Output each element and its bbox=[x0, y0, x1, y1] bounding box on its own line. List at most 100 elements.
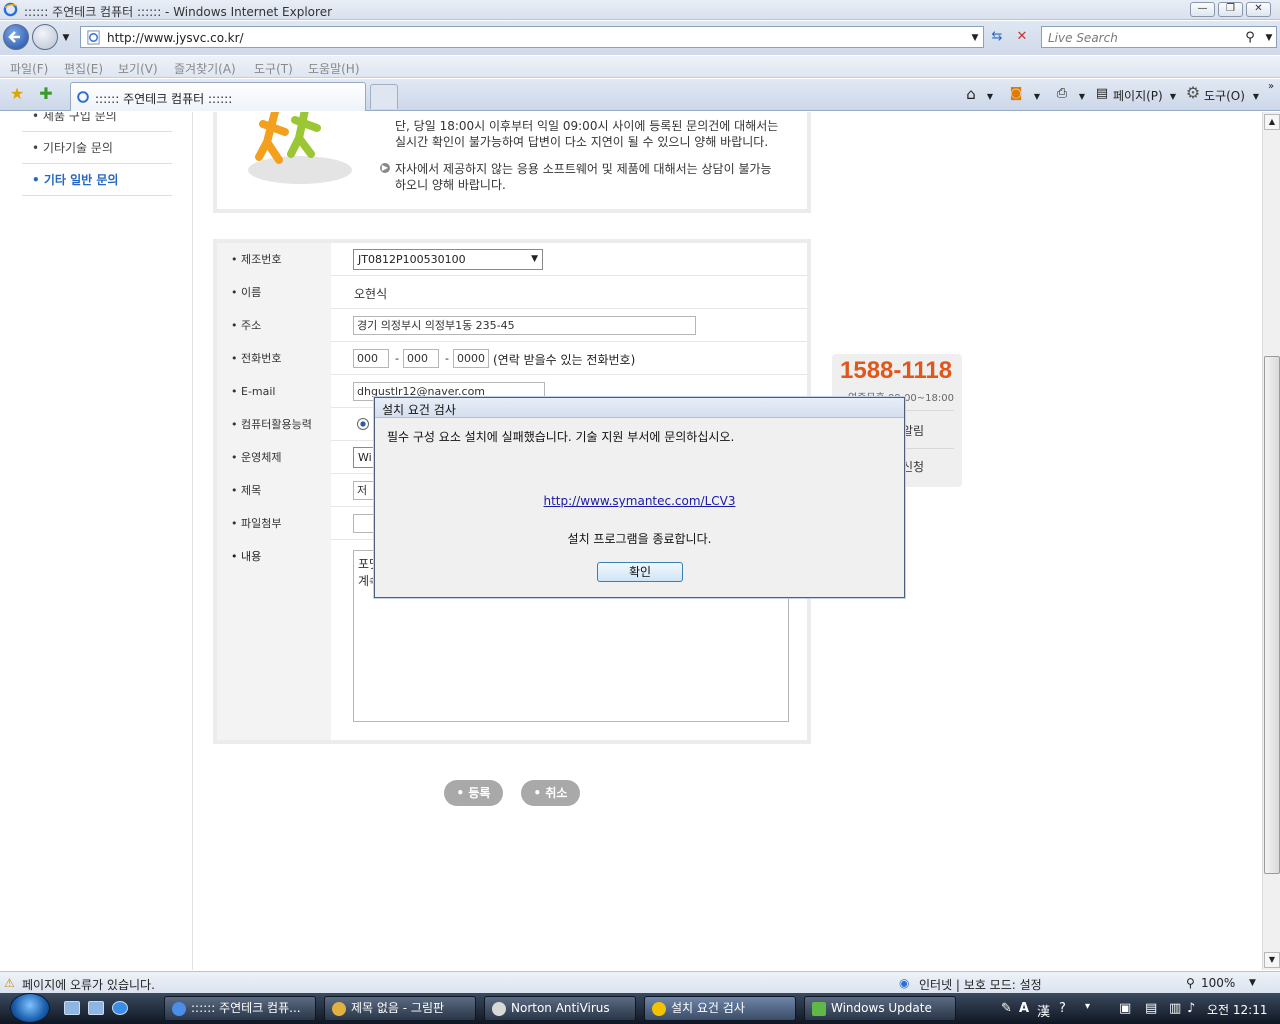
network-icon[interactable]: ▣ bbox=[1119, 1001, 1131, 1016]
notice-line-2: 실시간 확인이 불가능하여 답변이 다소 지연이 될 수 있으니 양해 바랍니다… bbox=[395, 135, 769, 149]
favorites-star-icon[interactable]: ★ bbox=[8, 86, 26, 102]
window-titlebar: :::::: 주연테크 컴퓨터 :::::: - Windows Interne… bbox=[0, 0, 1280, 20]
add-favorite-icon[interactable]: ✚ bbox=[37, 86, 55, 102]
show-desktop-icon[interactable] bbox=[64, 1001, 80, 1015]
task-paint[interactable]: 제목 없음 - 그림판 bbox=[324, 996, 476, 1021]
tray-pen-icon[interactable]: ✎ bbox=[1001, 1001, 1012, 1016]
tab-title: :::::: 주연테크 컴퓨터 :::::: bbox=[95, 92, 233, 106]
new-tab-button[interactable] bbox=[370, 84, 398, 109]
serial-select[interactable]: JT0812P100530100 ▼ bbox=[353, 249, 543, 270]
ie-quicklaunch-icon[interactable] bbox=[112, 1001, 128, 1015]
status-bar: ⚠ 페이지에 오류가 있습니다. ◉ 인터넷 | 보호 모드: 설정 ⚲ 100… bbox=[0, 971, 1280, 993]
warning-icon[interactable]: ⚠ bbox=[4, 976, 15, 990]
phone-input-3[interactable]: 0000 bbox=[453, 349, 489, 368]
menu-tools[interactable]: 도구(T) bbox=[254, 60, 293, 77]
menu-edit[interactable]: 편집(E) bbox=[64, 60, 103, 77]
home-dropdown-icon[interactable]: ▼ bbox=[985, 89, 995, 105]
cancel-button[interactable]: • 취소 bbox=[521, 780, 580, 806]
task-windows-update[interactable]: Windows Update bbox=[804, 996, 956, 1021]
address-dropdown-icon[interactable]: ▼ bbox=[969, 30, 981, 46]
dialog-end-message: 설치 프로그램을 종료합니다. bbox=[567, 532, 712, 546]
tray-chevron-icon[interactable]: ▾ bbox=[1085, 1001, 1090, 1012]
zoom-dropdown-icon[interactable]: ▼ bbox=[1249, 978, 1256, 988]
search-dropdown-icon[interactable]: ▼ bbox=[1264, 30, 1274, 46]
print-dropdown-icon[interactable]: ▼ bbox=[1077, 89, 1087, 105]
ime-hanja-icon[interactable]: 漢 bbox=[1037, 1001, 1050, 1020]
page-dropdown-icon[interactable]: ▼ bbox=[1168, 89, 1178, 105]
norton-setup-icon bbox=[652, 1002, 666, 1016]
vertical-scrollbar[interactable]: ▲ ▼ bbox=[1262, 112, 1280, 970]
ie-tab-icon bbox=[77, 91, 89, 103]
gear-icon: ⚙ bbox=[1185, 83, 1201, 102]
phone-input-1[interactable]: 000 bbox=[353, 349, 389, 368]
start-button[interactable] bbox=[10, 993, 50, 1023]
ie-logo-icon bbox=[3, 2, 18, 17]
volume-icon[interactable]: ♪ bbox=[1187, 1001, 1195, 1016]
notice-line-1: 단, 당일 18:00시 이후부터 익일 09:00시 사이에 등록된 문의건에… bbox=[395, 119, 779, 133]
chevron-down-icon: ▼ bbox=[531, 254, 538, 264]
menu-file[interactable]: 파일(F) bbox=[10, 60, 48, 77]
task-browser[interactable]: :::::: 주연테크 컴퓨... bbox=[164, 996, 316, 1021]
skill-radio[interactable] bbox=[357, 418, 369, 430]
menu-bar: 파일(F) 편집(E) 보기(V) 즐겨찾기(A) 도구(T) 도움말(H) bbox=[0, 56, 1280, 78]
nav-item-tech[interactable]: • 기타기술 문의 bbox=[22, 132, 172, 164]
menu-help[interactable]: 도움말(H) bbox=[308, 60, 360, 77]
home-icon[interactable]: ⌂ bbox=[962, 86, 980, 102]
dialog-titlebar: 설치 요건 검사 bbox=[375, 398, 904, 418]
zoom-level[interactable]: 100% bbox=[1201, 976, 1235, 990]
refresh-icon[interactable]: ⇆ bbox=[988, 29, 1006, 45]
callbox-menu-apply[interactable]: 신청 bbox=[902, 458, 924, 475]
address-input[interactable]: 경기 의정부시 의정부1동 235-45 bbox=[353, 316, 696, 335]
dialog-message: 필수 구성 요소 설치에 실패했습니다. 기술 지원 부서에 문의하십시오. bbox=[387, 430, 735, 444]
url-text: http://www.jysvc.co.kr/ bbox=[107, 31, 244, 45]
chevron-more-icon[interactable]: » bbox=[1264, 79, 1278, 95]
nav-item-general[interactable]: • 기타 일반 문의 bbox=[22, 164, 172, 196]
page-menu[interactable]: 페이지(P) bbox=[1113, 87, 1163, 104]
clock[interactable]: 오전 12:11 bbox=[1207, 1001, 1267, 1018]
row-phone: • 전화번호 000 - 000 - 0000 (연락 받을수 있는 전화번호) bbox=[217, 342, 807, 375]
scroll-down-button[interactable]: ▼ bbox=[1264, 952, 1280, 968]
menu-view[interactable]: 보기(V) bbox=[118, 60, 158, 77]
forward-button[interactable] bbox=[32, 24, 58, 50]
feeds-icon[interactable]: ◙ bbox=[1007, 86, 1025, 102]
zone-status-text[interactable]: 인터넷 | 보호 모드: 설정 bbox=[919, 976, 1042, 993]
feeds-dropdown-icon[interactable]: ▼ bbox=[1032, 89, 1042, 105]
page-icon bbox=[87, 30, 100, 45]
scroll-thumb[interactable] bbox=[1264, 356, 1280, 874]
tab-active[interactable]: :::::: 주연테크 컴퓨터 :::::: bbox=[70, 82, 366, 111]
phone-input-2[interactable]: 000 bbox=[403, 349, 439, 368]
tools-menu[interactable]: 도구(O) bbox=[1204, 87, 1245, 104]
back-button[interactable] bbox=[3, 24, 29, 50]
tab-bar: ★ ✚ :::::: 주연테크 컴퓨터 :::::: ⌂ ▼ ◙ ▼ ⎙ ▼ ▤… bbox=[0, 79, 1280, 111]
security-icon[interactable]: ▤ bbox=[1145, 1001, 1157, 1016]
scroll-up-button[interactable]: ▲ bbox=[1264, 114, 1280, 130]
submit-button[interactable]: • 등록 bbox=[444, 780, 503, 806]
history-dropdown-icon[interactable]: ▼ bbox=[60, 30, 72, 46]
norton-icon bbox=[492, 1002, 506, 1016]
symantec-link[interactable]: http://www.symantec.com/LCV3 bbox=[375, 494, 904, 508]
search-input[interactable]: Live Search ⚲ ▼ bbox=[1041, 26, 1277, 48]
search-icon[interactable]: ⚲ bbox=[1242, 30, 1258, 46]
nav-item-purchase[interactable]: • 제품 구입 문의 bbox=[22, 112, 172, 132]
stop-icon[interactable]: ✕ bbox=[1013, 29, 1031, 45]
phone-separator: - bbox=[395, 352, 399, 365]
ok-button[interactable]: 확인 bbox=[597, 562, 683, 582]
task-norton[interactable]: Norton AntiVirus bbox=[484, 996, 636, 1021]
windows-update-icon bbox=[812, 1002, 826, 1016]
menu-favorites[interactable]: 즐겨찾기(A) bbox=[174, 60, 236, 77]
paint-icon bbox=[332, 1002, 346, 1016]
address-field[interactable]: http://www.jysvc.co.kr/ ▼ bbox=[80, 26, 984, 48]
print-icon[interactable]: ⎙ bbox=[1053, 86, 1071, 102]
ime-a-icon[interactable]: A bbox=[1019, 1001, 1029, 1016]
tools-dropdown-icon[interactable]: ▼ bbox=[1251, 89, 1261, 105]
globe-icon: ◉ bbox=[899, 976, 910, 990]
monitor-icon[interactable]: ▥ bbox=[1169, 1001, 1181, 1016]
switch-windows-icon[interactable] bbox=[88, 1001, 104, 1015]
minimize-button[interactable]: — bbox=[1190, 2, 1215, 17]
task-install-check[interactable]: 설치 요건 검사 bbox=[644, 996, 796, 1021]
error-status-text[interactable]: 페이지에 오류가 있습니다. bbox=[22, 976, 155, 993]
help-icon[interactable]: ? bbox=[1059, 1001, 1066, 1016]
callbox-menu-notice[interactable]: 알림 bbox=[902, 422, 924, 439]
maximize-button[interactable]: ❐ bbox=[1218, 2, 1243, 17]
close-window-button[interactable]: ✕ bbox=[1246, 2, 1271, 17]
